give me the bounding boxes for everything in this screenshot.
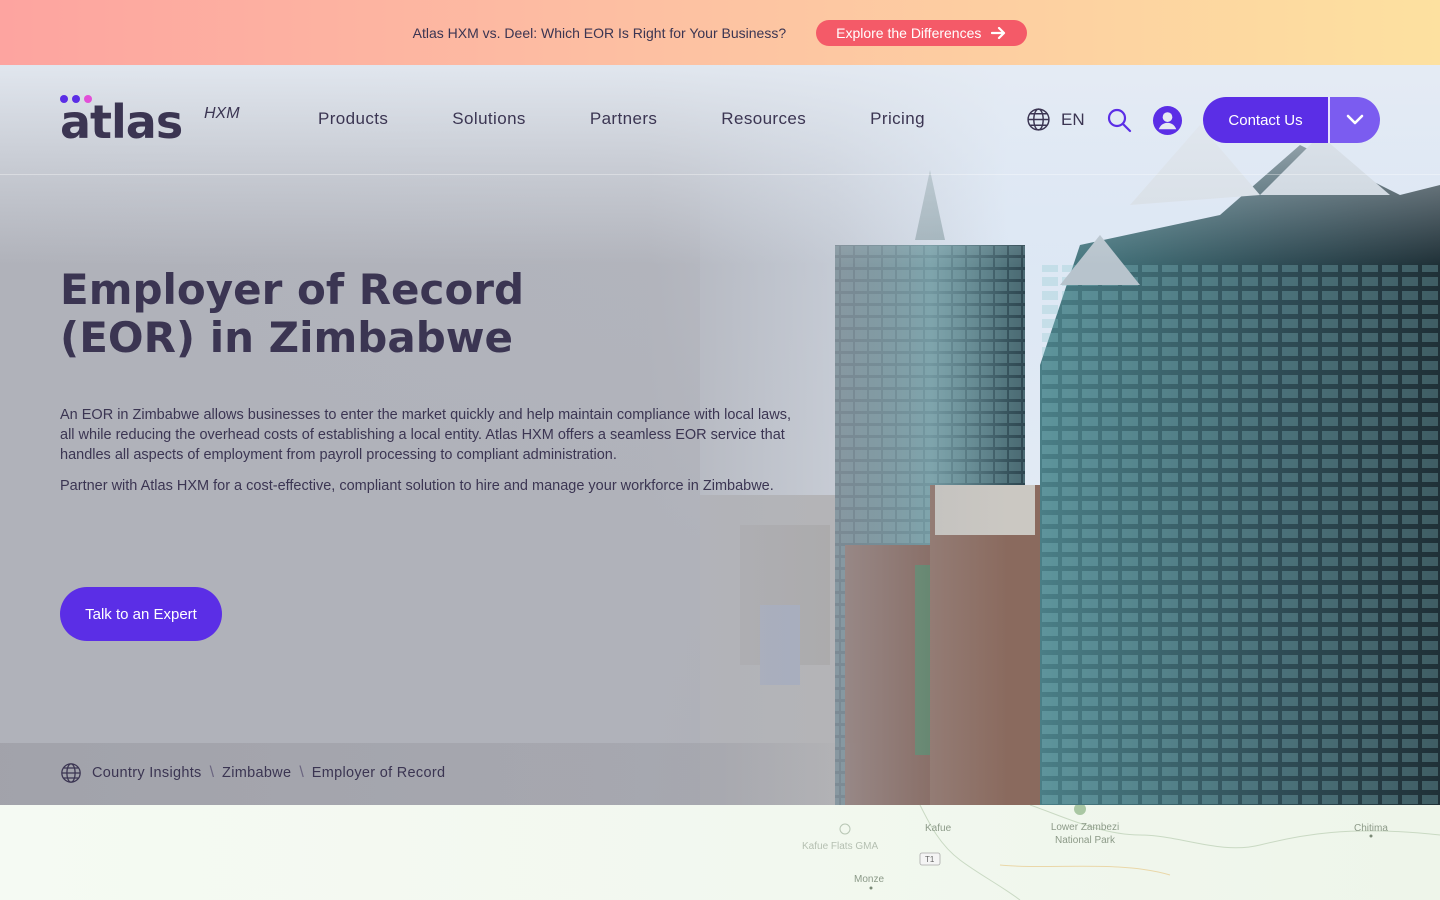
breadcrumb-employer-of-record: Employer of Record bbox=[311, 765, 446, 781]
atlas-logo[interactable]: atlas HXM bbox=[60, 95, 250, 147]
breadcrumb-country-insights[interactable]: Country Insights bbox=[92, 765, 202, 781]
explore-differences-label: Explore the Differences bbox=[836, 24, 982, 41]
map-label-kafue-flats: Kafue Flats GMA bbox=[802, 841, 879, 852]
globe-icon bbox=[1027, 108, 1050, 131]
logo-suffix: HXM bbox=[204, 105, 240, 122]
announcement-text: Atlas HXM vs. Deel: Which EOR Is Right f… bbox=[412, 24, 787, 41]
breadcrumb-separator: \ bbox=[299, 764, 304, 781]
page-title-line1: Employer of Record bbox=[60, 265, 525, 314]
contact-us-split-button: Contact Us bbox=[1203, 97, 1380, 143]
breadcrumb-zimbabwe[interactable]: Zimbabwe bbox=[222, 765, 291, 781]
language-label: EN bbox=[1061, 109, 1085, 129]
hero-description-2: Partner with Atlas HXM for a cost-effect… bbox=[60, 478, 774, 494]
logo-wordmark: atlas bbox=[60, 95, 183, 149]
map-section: Kafue Lower Zambezi National Park Chitim… bbox=[0, 805, 1440, 900]
map-lines bbox=[839, 805, 1440, 900]
map-label-monze: Monze bbox=[854, 874, 885, 885]
contact-dropdown-button[interactable] bbox=[1330, 97, 1380, 143]
hero-description-1: An EOR in Zimbabwe allows businesses to … bbox=[60, 407, 791, 463]
site-header: atlas HXM Products Solutions Partners Re… bbox=[0, 65, 1440, 175]
search-icon[interactable] bbox=[1106, 107, 1132, 133]
map-label-t1: T1 bbox=[925, 855, 935, 864]
nav-partners[interactable]: Partners bbox=[590, 109, 657, 129]
contact-us-button[interactable]: Contact Us bbox=[1203, 97, 1328, 143]
page-title: Employer of Record (EOR) in Zimbabwe bbox=[60, 266, 760, 362]
talk-to-expert-button[interactable]: Talk to an Expert bbox=[60, 587, 222, 641]
globe-icon bbox=[61, 763, 81, 783]
nav-products[interactable]: Products bbox=[318, 109, 388, 129]
nav-solutions[interactable]: Solutions bbox=[452, 109, 526, 129]
main-nav: Products Solutions Partners Resources Pr… bbox=[318, 109, 925, 129]
breadcrumb: Country Insights \ Zimbabwe \ Employer o… bbox=[60, 762, 445, 784]
chevron-down-icon bbox=[1346, 114, 1364, 125]
page-title-line2: (EOR) in Zimbabwe bbox=[60, 313, 514, 362]
explore-differences-button[interactable]: Explore the Differences bbox=[816, 19, 1028, 46]
user-icon[interactable] bbox=[1152, 105, 1183, 136]
map-label-chitima: Chitima bbox=[1354, 823, 1388, 834]
nav-pricing[interactable]: Pricing bbox=[870, 109, 925, 129]
breadcrumb-separator: \ bbox=[209, 764, 215, 781]
map-label-lower-zambezi: Lower Zambezi National Park bbox=[1050, 822, 1120, 846]
announcement-bar: Atlas HXM vs. Deel: Which EOR Is Right f… bbox=[0, 0, 1440, 65]
nav-resources[interactable]: Resources bbox=[721, 109, 806, 129]
arrow-right-icon bbox=[991, 26, 1006, 39]
map-label-kafue: Kafue bbox=[925, 823, 952, 834]
language-selector[interactable]: EN bbox=[1026, 107, 1085, 132]
